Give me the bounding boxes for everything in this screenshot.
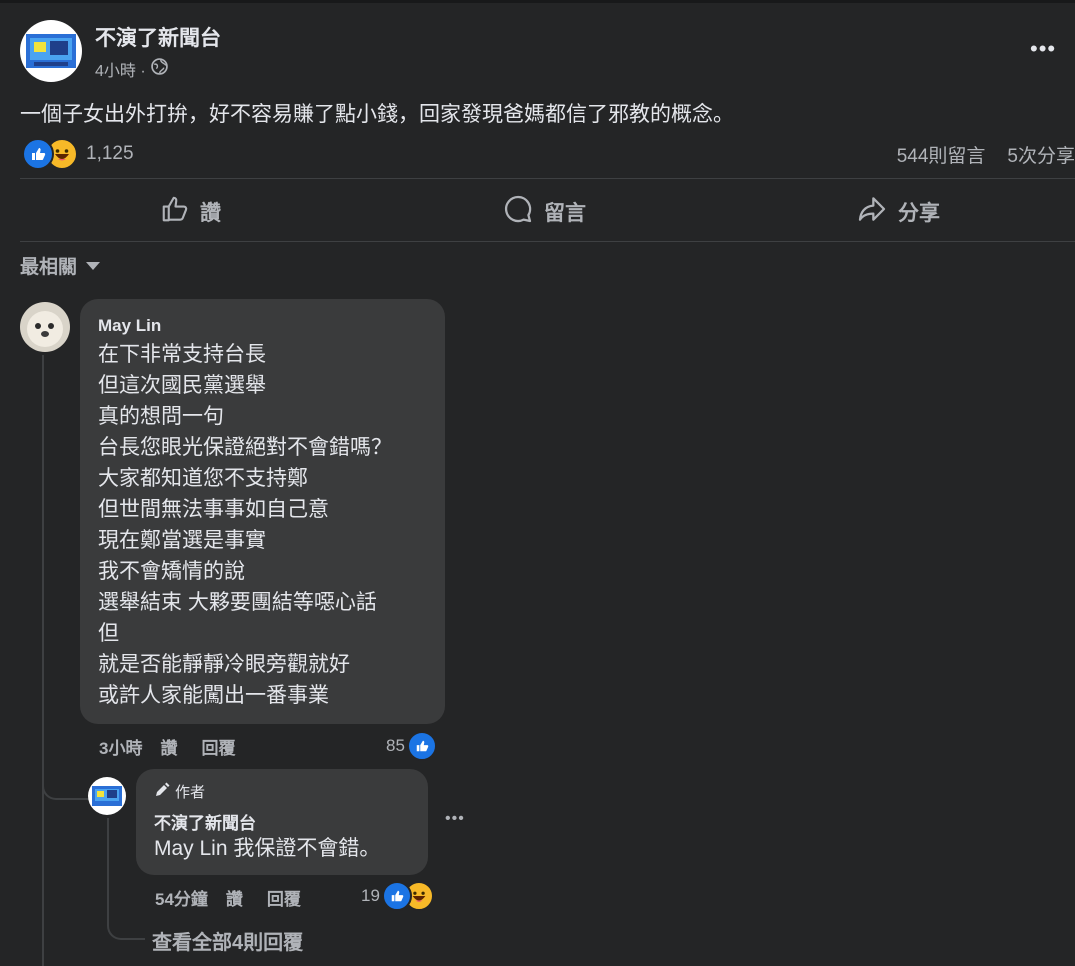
post-meta: 4小時 ·	[95, 57, 168, 81]
share-arrow-icon	[856, 193, 888, 231]
comment-bubble-icon	[502, 193, 534, 231]
comment-text: 在下非常支持台長 但這次國民黨選舉 真的想問一句 台長您眼光保證絕對不會錯嗎？ …	[98, 339, 392, 711]
author-badge-label: 作者	[175, 784, 206, 801]
thumbs-up-icon	[160, 194, 190, 230]
thread-connector-reply	[42, 780, 90, 800]
divider-top	[20, 178, 1075, 179]
reply-meta: 54分鐘 讚 回覆	[155, 885, 301, 910]
comment-reply-button[interactable]: 回覆	[201, 734, 235, 759]
comment-sort-dropdown[interactable]: 最相關	[20, 252, 101, 279]
sort-label: 最相關	[20, 257, 78, 278]
reply-time[interactable]: 54分鐘	[155, 885, 208, 910]
reply-author[interactable]: 不演了新聞台	[154, 809, 256, 834]
shares-count[interactable]: 5次分享	[1007, 141, 1075, 168]
divider-bottom	[20, 241, 1075, 242]
comment-line: 現在鄭當選是事實	[98, 529, 266, 552]
reply-more-options-icon[interactable]: •••	[445, 810, 465, 828]
comment-bubble: May Lin 在下非常支持台長 但這次國民黨選舉 真的想問一句 台長您眼光保證…	[80, 299, 445, 724]
like-reaction-icon	[406, 731, 437, 761]
comments-count[interactable]: 544則留言	[897, 141, 986, 168]
reaction-summary[interactable]: 1,125	[22, 138, 134, 170]
reply-like-button[interactable]: 讚	[226, 885, 243, 910]
reply-text: May Lin 我保證不會錯。	[154, 833, 380, 864]
comment-line: 真的想問一句	[98, 405, 224, 428]
view-all-replies-link[interactable]: 查看全部4則回覆	[152, 926, 303, 955]
comment-line: 就是否能靜靜冷眼旁觀就好	[98, 653, 350, 676]
comment-reaction-count: 85	[386, 736, 405, 755]
comment-line: 我不會矯情的說	[98, 560, 245, 583]
comment-line: 在下非常支持台長	[98, 343, 266, 366]
comment-line: 選舉結束 大夥要團結等噁心話	[98, 591, 377, 614]
comment-line: 大家都知道您不支持鄭	[98, 467, 308, 490]
like-button[interactable]: 讚	[160, 192, 221, 232]
globe-icon	[150, 58, 168, 80]
like-label: 讚	[200, 202, 221, 225]
post-stats: 544則留言 5次分享	[897, 141, 1075, 168]
like-reaction-icon	[381, 881, 412, 911]
more-options-icon[interactable]: •••	[1030, 36, 1056, 62]
top-border	[0, 0, 1075, 3]
author-badge: 作者	[154, 781, 205, 802]
share-label: 分享	[898, 202, 940, 225]
like-reaction-icon	[22, 138, 54, 170]
post-text: 一個子女出外打拚，好不容易賺了點小錢，回家發現爸媽都信了邪教的概念。	[20, 103, 734, 126]
post-time[interactable]: 4小時 ·	[95, 57, 146, 81]
comment-line: 但	[98, 622, 119, 645]
comment-line: 台長您眼光保證絕對不會錯嗎？	[98, 436, 392, 459]
reply-avatar[interactable]	[88, 777, 126, 815]
reply-bubble: 作者 不演了新聞台 May Lin 我保證不會錯。	[136, 769, 428, 875]
page-avatar[interactable]	[20, 20, 82, 82]
comment-label: 留言	[544, 202, 586, 225]
caret-down-icon	[85, 255, 101, 277]
reply-reactions[interactable]: 19	[361, 881, 434, 911]
comment-time[interactable]: 3小時	[99, 734, 142, 759]
commenter-avatar[interactable]	[20, 302, 70, 352]
comment-meta: 3小時 讚 回覆	[99, 734, 235, 759]
reply-reply-button[interactable]: 回覆	[267, 885, 301, 910]
comment-like-button[interactable]: 讚	[160, 734, 177, 759]
thread-line-reply	[107, 818, 109, 918]
reaction-count: 1,125	[86, 143, 134, 164]
comment-reactions[interactable]: 85	[386, 731, 437, 761]
comment-author[interactable]: May Lin	[98, 316, 161, 336]
reply-mention[interactable]: May Lin	[154, 837, 228, 860]
reply-body: 我保證不會錯。	[227, 837, 381, 860]
page-name[interactable]: 不演了新聞台	[95, 22, 221, 52]
comment-line: 或許人家能闖出一番事業	[98, 684, 329, 707]
thread-connector-view-replies	[107, 918, 145, 940]
reply-reaction-count: 19	[361, 886, 380, 905]
pencil-icon	[154, 782, 170, 802]
comment-button[interactable]: 留言	[502, 192, 586, 232]
comment-line: 但這次國民黨選舉	[98, 374, 266, 397]
share-button[interactable]: 分享	[856, 192, 940, 232]
thread-line-main	[42, 355, 44, 966]
comment-line: 但世間無法事事如自己意	[98, 498, 329, 521]
